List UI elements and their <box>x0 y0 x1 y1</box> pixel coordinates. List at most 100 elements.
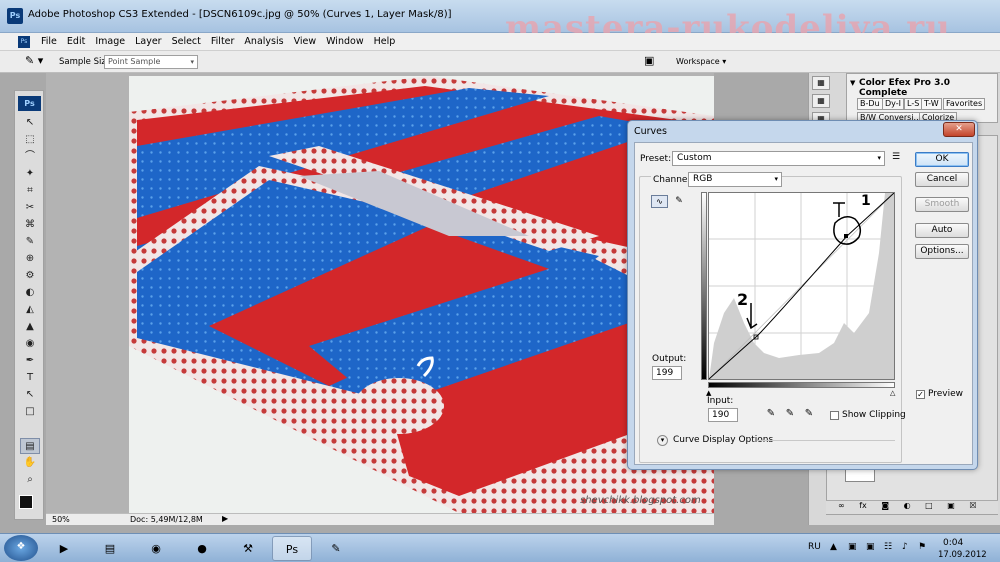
lasso-tool-icon[interactable]: ⌒ <box>20 149 40 165</box>
menu-help[interactable]: Help <box>369 36 401 47</box>
color-efex-title: Color Efex Pro 3.0 Complete <box>859 78 951 98</box>
bridge-icon[interactable]: ▣ <box>644 54 664 70</box>
link-layers-icon[interactable]: ∞ <box>838 501 845 510</box>
tray-app-icon-2[interactable]: ▣ <box>866 542 875 552</box>
zoom-level[interactable]: 50% <box>52 515 70 524</box>
type-tool-icon[interactable]: T <box>20 370 40 386</box>
gray-eyedropper-icon[interactable]: ✎ <box>784 408 796 422</box>
clone-stamp-tool-icon[interactable]: ⊕ <box>20 251 40 267</box>
workspace-menu[interactable]: Workspace ▾ <box>676 57 726 66</box>
gradient-tool-icon[interactable]: ◭ <box>20 302 40 318</box>
zoom-tool-icon[interactable]: ⌕ <box>20 472 40 488</box>
ps-menu-icon[interactable]: Ps <box>18 35 30 48</box>
fx-tab-dyi[interactable]: Dy-I <box>882 98 904 110</box>
folder-icon[interactable]: ▤ <box>90 536 130 561</box>
slice-tool-icon[interactable]: ✂ <box>20 200 40 216</box>
eraser-tool-icon[interactable]: ◐ <box>20 285 40 301</box>
menu-filter[interactable]: Filter <box>206 36 240 47</box>
black-eyedropper-icon[interactable]: ✎ <box>765 408 777 422</box>
blog-watermark: shevchikk.blogspot.com <box>580 495 701 506</box>
pen-tool-icon[interactable]: ✒ <box>20 353 40 369</box>
start-button[interactable]: ❖ <box>4 535 38 561</box>
channel-select[interactable]: RGB ▾ <box>688 172 782 187</box>
sample-size-select[interactable]: Point Sample ▾ <box>104 55 198 69</box>
crop-tool-icon[interactable]: ⌗ <box>20 183 40 199</box>
preset-select[interactable]: Custom ▾ <box>672 151 885 166</box>
menu-view[interactable]: View <box>289 36 322 47</box>
adjustment-layer-icon[interactable]: ◐ <box>904 501 911 510</box>
flag-icon[interactable]: ⚑ <box>918 542 926 552</box>
menu-layer[interactable]: Layer <box>130 36 167 47</box>
path-selection-tool-icon[interactable]: ↖ <box>20 387 40 403</box>
close-button[interactable]: ✕ <box>943 122 975 137</box>
language-indicator[interactable]: RU <box>808 542 821 552</box>
fx-tab-bdu[interactable]: B-Du <box>857 98 883 110</box>
fx-tab-favorites[interactable]: Favorites <box>943 98 986 110</box>
status-menu-arrow-icon[interactable]: ▶ <box>222 514 228 523</box>
new-group-icon[interactable]: □ <box>925 501 933 510</box>
new-layer-icon[interactable]: ▣ <box>947 501 955 510</box>
preset-options-icon[interactable]: ☰ <box>892 152 900 162</box>
eyedropper-tool-icon[interactable]: ✎ ▾ <box>25 54 49 70</box>
cancel-button[interactable]: Cancel <box>915 172 969 187</box>
show-clipping-checkbox[interactable] <box>830 411 839 420</box>
clock-date[interactable]: 17.09.2012 <box>938 550 987 560</box>
paint-icon[interactable]: ✎ <box>316 536 356 561</box>
panel-icon-2[interactable]: ▦ <box>812 94 830 108</box>
panel-icon-1[interactable]: ▦ <box>812 76 830 90</box>
layer-mask-icon[interactable]: ◙ <box>881 501 889 510</box>
clock-time[interactable]: 0:04 <box>943 538 963 548</box>
media-player-icon[interactable]: ▶ <box>44 536 84 561</box>
ps-logo: Ps <box>18 96 41 111</box>
document-canvas-area[interactable] <box>46 73 714 513</box>
edit-points-curve-icon[interactable]: ∿ <box>651 195 668 208</box>
collapse-triangle-icon[interactable]: ▼ <box>850 79 855 87</box>
layer-style-icon[interactable]: fx <box>859 501 867 510</box>
menu-edit[interactable]: Edit <box>62 36 90 47</box>
network-icon[interactable]: ☷ <box>884 542 892 552</box>
input-field[interactable]: 190 <box>708 408 738 422</box>
eyedropper-tool-icon-active[interactable]: ▤ <box>20 438 40 454</box>
hand-tool-icon[interactable]: ✋ <box>20 455 40 471</box>
move-tool-icon[interactable]: ↖ <box>20 115 40 131</box>
menu-window[interactable]: Window <box>321 36 368 47</box>
magic-wand-tool-icon[interactable]: ✦ <box>20 166 40 182</box>
shape-tool-icon[interactable]: □ <box>20 404 40 420</box>
firefox-icon[interactable]: ● <box>182 536 222 561</box>
output-field[interactable]: 199 <box>652 366 682 380</box>
utility-icon[interactable]: ⚒ <box>228 536 268 561</box>
menu-image[interactable]: Image <box>90 36 130 47</box>
brush-tool-icon[interactable]: ✎ <box>20 234 40 250</box>
preview-checkbox[interactable]: ✓ <box>916 390 925 399</box>
auto-button[interactable]: Auto <box>915 223 969 238</box>
menu-analysis[interactable]: Analysis <box>239 36 288 47</box>
tray-arrow-icon[interactable]: ▲ <box>830 542 837 552</box>
fx-tab-ls[interactable]: L-S <box>904 98 923 110</box>
draw-pencil-icon[interactable]: ✎ <box>672 195 686 208</box>
ok-button[interactable]: OK <box>915 152 969 167</box>
options-button[interactable]: Options... <box>915 244 969 259</box>
output-gradient-bar <box>701 192 707 380</box>
photoshop-icon[interactable]: Ps <box>272 536 312 561</box>
white-eyedropper-icon[interactable]: ✎ <box>803 408 815 422</box>
history-brush-tool-icon[interactable]: ⚙ <box>20 268 40 284</box>
volume-icon[interactable]: ♪ <box>902 542 908 552</box>
divider <box>757 440 895 441</box>
chrome-icon[interactable]: ◉ <box>136 536 176 561</box>
fx-tab-tw[interactable]: T-W <box>921 98 942 110</box>
menu-select[interactable]: Select <box>167 36 206 47</box>
annotation-2: 2 <box>737 290 748 309</box>
marquee-tool-icon[interactable]: ⬚ <box>20 132 40 148</box>
menu-file[interactable]: File <box>36 36 62 47</box>
foreground-color-swatch[interactable] <box>19 495 33 509</box>
expand-chevron-icon[interactable]: ▾ <box>657 435 668 446</box>
white-point-slider[interactable]: △ <box>890 389 895 397</box>
healing-tool-icon[interactable]: ⌘ <box>20 217 40 233</box>
blur-tool-icon[interactable]: ▲ <box>20 319 40 335</box>
sample-size-value: Point Sample <box>108 57 161 66</box>
delete-layer-icon[interactable]: ☒ <box>969 501 976 510</box>
smooth-button[interactable]: Smooth <box>915 197 969 212</box>
tray-app-icon[interactable]: ▣ <box>848 542 857 552</box>
dodge-tool-icon[interactable]: ◉ <box>20 336 40 352</box>
curves-graph[interactable]: 1 2 <box>708 192 895 380</box>
